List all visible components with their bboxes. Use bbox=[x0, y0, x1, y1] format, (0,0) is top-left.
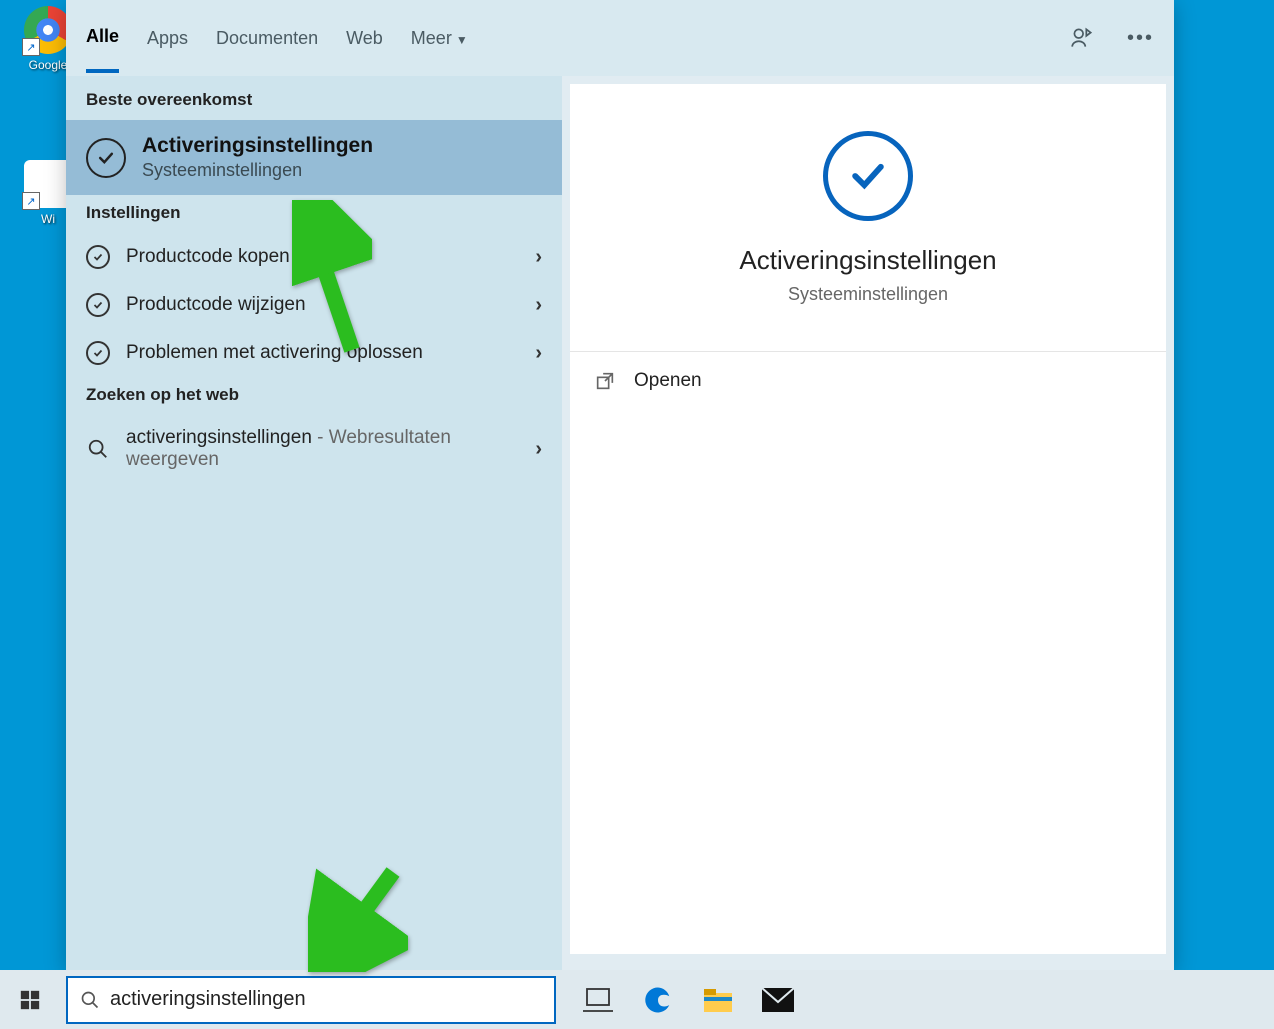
taskbar bbox=[0, 970, 1274, 1029]
detail-pane: Activeringsinstellingen Systeeminstellin… bbox=[570, 84, 1166, 352]
shortcut-arrow-icon: ↗ bbox=[22, 38, 40, 56]
tab-more-label: Meer bbox=[411, 28, 452, 48]
open-action-label: Openen bbox=[634, 370, 702, 392]
tab-all[interactable]: Alle bbox=[86, 4, 119, 73]
tabs-bar: Alle Apps Documenten Web Meer ▼ ••• bbox=[66, 0, 1174, 76]
annotation-arrow bbox=[292, 200, 372, 360]
web-result-text: activeringsinstellingen - Webresultaten … bbox=[126, 427, 519, 471]
chrome-icon: ↗ bbox=[24, 6, 72, 54]
annotation-arrow bbox=[308, 862, 408, 972]
detail-title: Activeringsinstellingen bbox=[739, 245, 996, 276]
check-circle-icon bbox=[86, 138, 126, 178]
section-web-search: Zoeken op het web bbox=[66, 377, 562, 415]
search-input[interactable] bbox=[110, 988, 542, 1011]
file-explorer-icon[interactable] bbox=[702, 984, 734, 1016]
chevron-right-icon[interactable]: › bbox=[535, 438, 542, 461]
shortcut-arrow-icon: ↗ bbox=[22, 192, 40, 210]
check-circle-icon bbox=[823, 131, 913, 221]
best-match-result[interactable]: Activeringsinstellingen Systeeminstellin… bbox=[66, 120, 562, 195]
check-circle-icon bbox=[86, 245, 110, 269]
caret-down-icon: ▼ bbox=[456, 33, 468, 47]
feedback-icon[interactable] bbox=[1069, 25, 1095, 51]
check-circle-icon bbox=[86, 293, 110, 317]
chevron-right-icon[interactable]: › bbox=[535, 294, 542, 317]
search-icon bbox=[86, 437, 110, 461]
web-result-query: activeringsinstellingen bbox=[126, 427, 312, 448]
best-match-subtitle: Systeeminstellingen bbox=[142, 160, 373, 181]
tab-more[interactable]: Meer ▼ bbox=[411, 6, 468, 71]
mail-icon[interactable] bbox=[762, 984, 794, 1016]
more-options-icon[interactable]: ••• bbox=[1127, 27, 1154, 50]
edge-icon[interactable] bbox=[642, 984, 674, 1016]
detail-subtitle: Systeeminstellingen bbox=[788, 284, 948, 305]
best-match-title: Activeringsinstellingen bbox=[142, 134, 373, 158]
section-best-match: Beste overeenkomst bbox=[66, 76, 562, 120]
check-circle-icon bbox=[86, 341, 110, 365]
task-view-icon[interactable] bbox=[582, 984, 614, 1016]
tab-web[interactable]: Web bbox=[346, 6, 383, 71]
search-panel: Alle Apps Documenten Web Meer ▼ ••• Beste… bbox=[66, 0, 1174, 970]
chevron-right-icon[interactable]: › bbox=[535, 246, 542, 269]
taskbar-search[interactable] bbox=[66, 976, 556, 1024]
chevron-right-icon[interactable]: › bbox=[535, 342, 542, 365]
start-button[interactable] bbox=[0, 970, 60, 1029]
open-link-icon bbox=[594, 370, 616, 392]
open-action[interactable]: Openen bbox=[570, 352, 1166, 410]
web-result[interactable]: activeringsinstellingen - Webresultaten … bbox=[66, 415, 562, 483]
tab-documents[interactable]: Documenten bbox=[216, 6, 318, 71]
search-icon bbox=[80, 990, 100, 1010]
tab-apps[interactable]: Apps bbox=[147, 6, 188, 71]
